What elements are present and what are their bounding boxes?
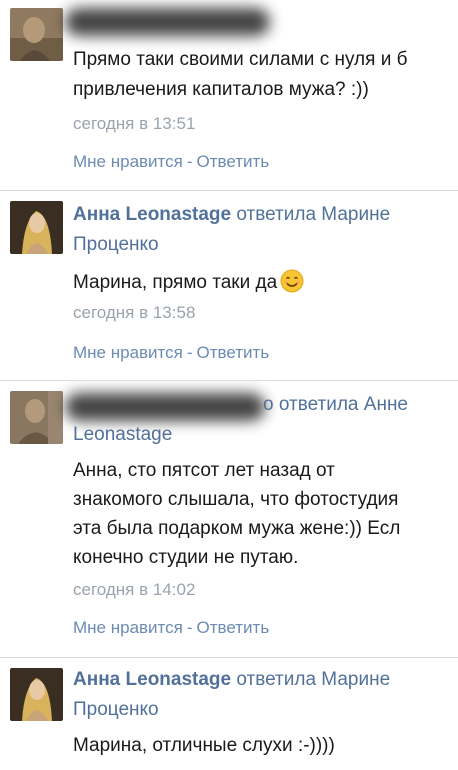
comment-text-line: эта была подарком мужа жене:)) Есл [73, 518, 401, 539]
like-button[interactable]: Мне нравится [73, 343, 183, 362]
comment-actions: Мне нравится - Ответить [73, 152, 269, 172]
action-separator: - [186, 152, 193, 171]
reply-button[interactable]: Ответить [197, 152, 270, 171]
comment-author-link[interactable]: Анна Leonastage [73, 204, 231, 225]
comment-actions: Мне нравится - Ответить [73, 618, 269, 638]
comment-text: Марина, прямо таки да [73, 272, 278, 293]
comment-text-line: конечно студии не путаю. [73, 547, 299, 568]
comment-4: Анна Leonastage ответила Марине Проценко… [0, 658, 458, 770]
like-button[interactable]: Мне нравится [73, 618, 183, 637]
comment-header: о ответила Анне [263, 393, 408, 416]
replied-name-tail[interactable]: о [263, 394, 274, 415]
replied-to-link[interactable]: Проценко [73, 698, 159, 721]
comment-3: о ответила Анне Leonastage Анна, сто пят… [0, 381, 458, 657]
comment-timestamp: сегодня в 14:02 [73, 580, 196, 599]
comment-text-line: Прямо таки своими силами с нуля и б [73, 49, 408, 70]
comment-text-line: Марина, прямо таки да [73, 269, 304, 294]
comment-author-link[interactable]: Анна Leonastage [73, 669, 231, 690]
comment-text-line: Марина, отличные слухи :-)))) [73, 735, 335, 756]
avatar[interactable] [10, 391, 63, 444]
like-button[interactable]: Мне нравится [73, 152, 183, 171]
replied-to-link[interactable]: ответила Анне [279, 394, 408, 415]
redacted-name [65, 8, 270, 36]
smile-emoji-icon [280, 269, 304, 293]
replied-to-link[interactable]: ответила Марине [236, 669, 390, 690]
comment-actions: Мне нравится - Ответить [73, 343, 269, 363]
replied-to-link[interactable]: ответила Марине [236, 204, 390, 225]
reply-button[interactable]: Ответить [197, 618, 270, 637]
redacted-name [65, 393, 265, 421]
comment-header: Анна Leonastage ответила Марине [73, 203, 390, 226]
comment-timestamp: сегодня в 13:58 [73, 303, 196, 322]
replied-to-link[interactable]: Leonastage [73, 423, 172, 446]
avatar[interactable] [10, 201, 63, 254]
comment-header: Анна Leonastage ответила Марине [73, 668, 390, 691]
comment-2: Анна Leonastage ответила Марине Проценко… [0, 191, 458, 380]
avatar[interactable] [10, 8, 63, 61]
comment-text-line: привлечения капиталов мужа? :)) [73, 79, 369, 100]
comment-timestamp: сегодня в 13:51 [73, 114, 196, 133]
avatar[interactable] [10, 668, 63, 721]
replied-to-link[interactable]: Проценко [73, 233, 159, 256]
action-separator: - [186, 618, 193, 637]
action-separator: - [186, 343, 193, 362]
comment-1: Прямо таки своими силами с нуля и б прив… [0, 0, 458, 190]
comment-text-line: Анна, сто пятсот лет назад от [73, 460, 335, 481]
comment-text-line: знакомого слышала, что фотостудия [73, 489, 399, 510]
reply-button[interactable]: Ответить [197, 343, 270, 362]
